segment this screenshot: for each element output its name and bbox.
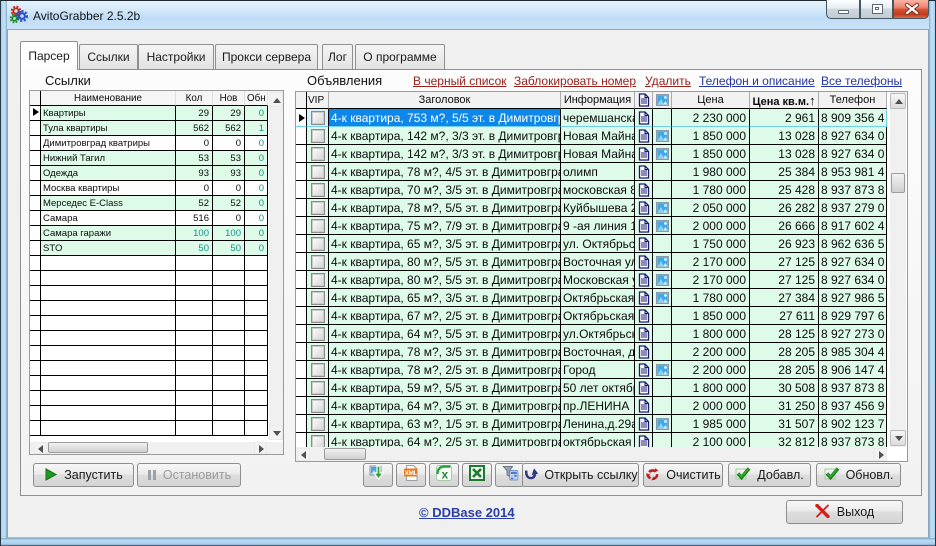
svg-text:x: x — [441, 468, 448, 482]
svg-text:XML: XML — [405, 470, 418, 477]
